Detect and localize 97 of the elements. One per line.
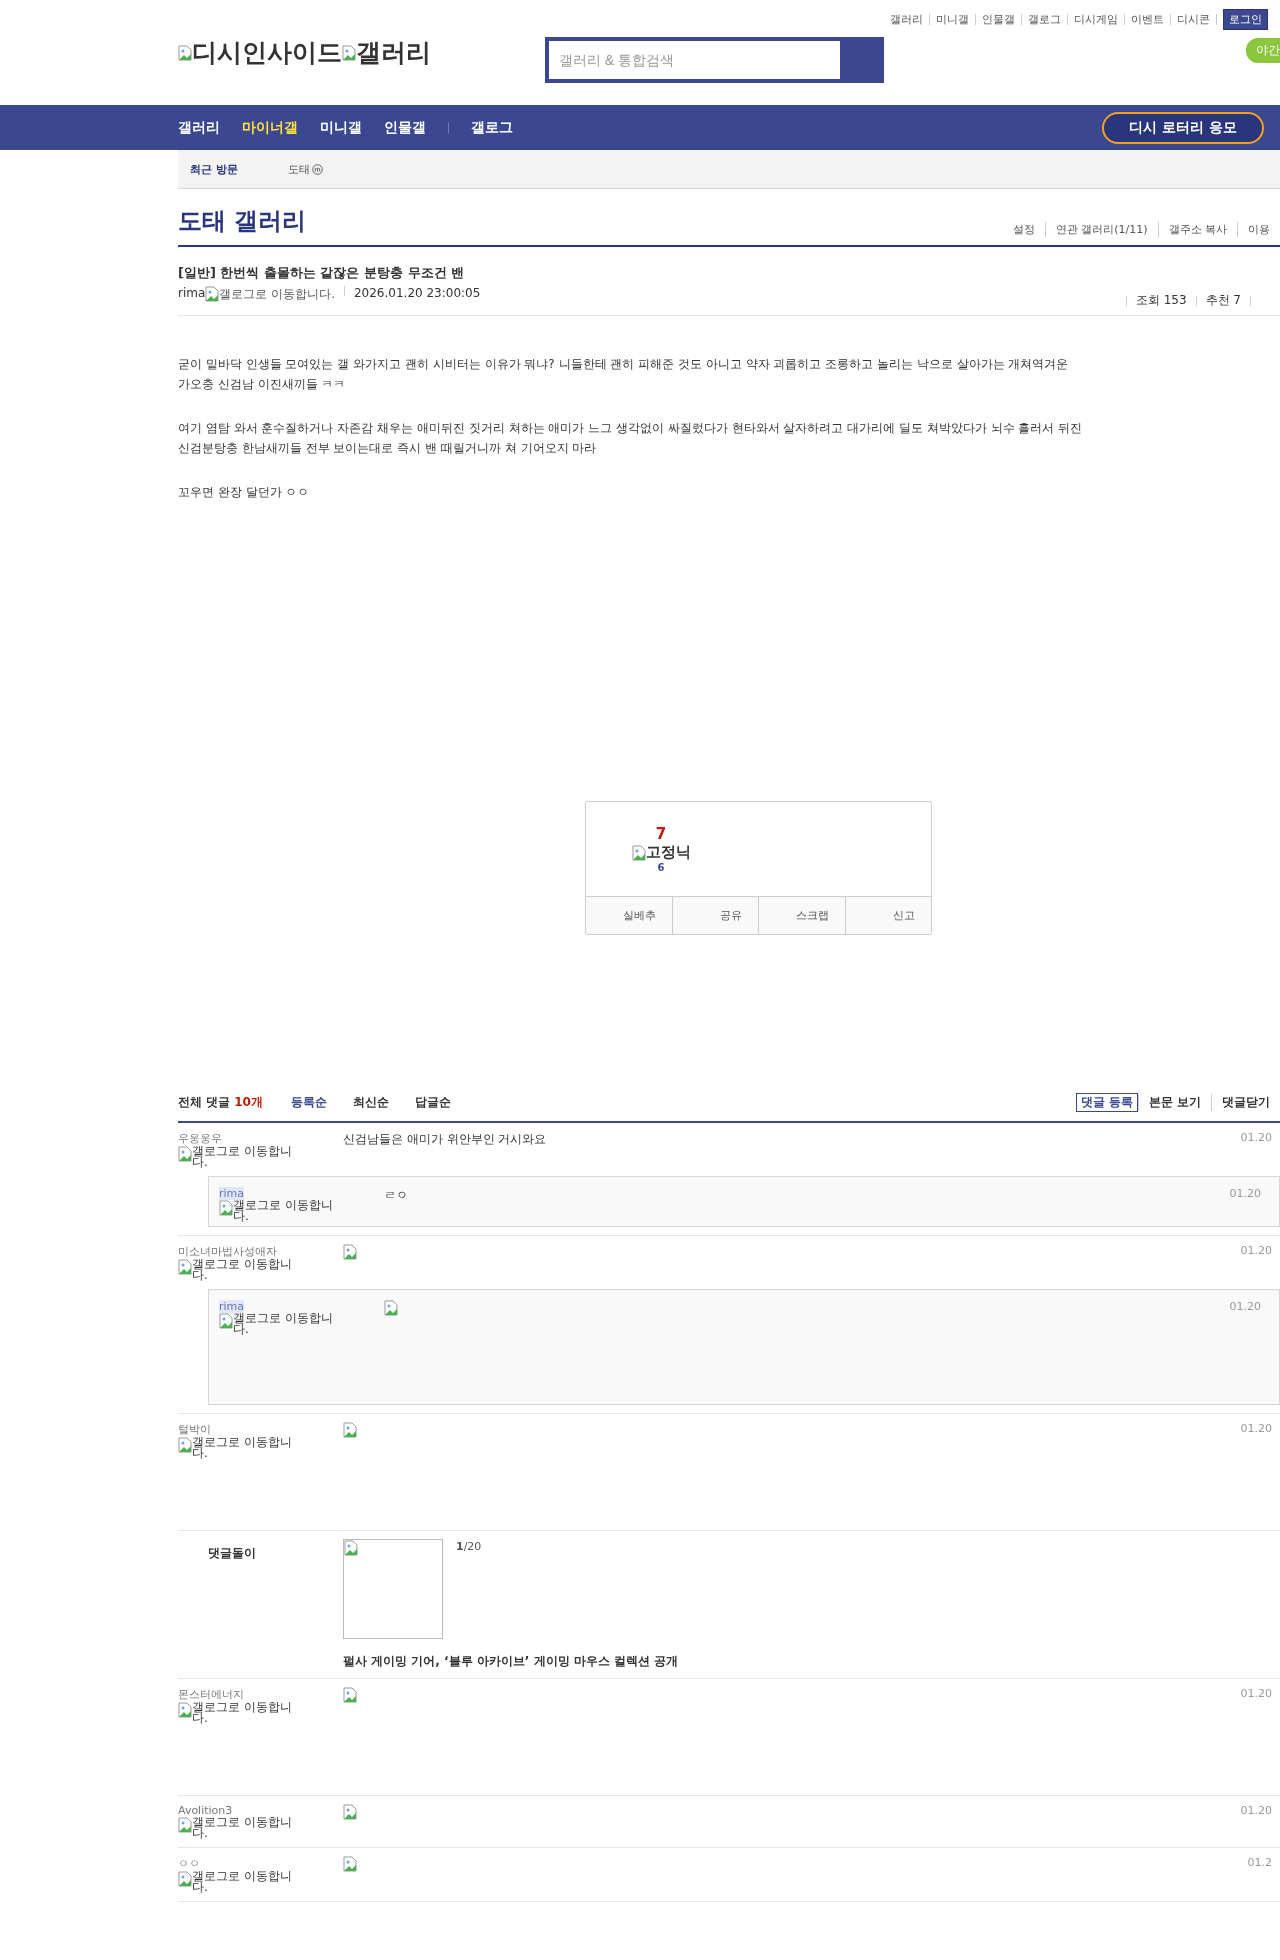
search-field[interactable]: 갤러리 & 통합검색	[544, 37, 884, 83]
broken-image-icon	[343, 1422, 357, 1438]
sort-tab[interactable]: 답글순	[414, 1094, 451, 1111]
gallog-link[interactable]: 갤로그로 이동합니다.	[178, 1871, 303, 1893]
broken-image-icon	[178, 44, 192, 61]
gallog-link[interactable]: 갤로그로 이동합니다.	[178, 1437, 303, 1459]
gallog-link[interactable]: 갤로그로 이동합니다.	[219, 1313, 344, 1335]
recommend-count: 추천 7	[1205, 292, 1241, 309]
nav-tab[interactable]: 갤러리	[178, 118, 220, 137]
comment-author[interactable]: 미소녀마법사성애자	[178, 1244, 277, 1259]
vote-action-button[interactable]: 공유	[671, 897, 758, 934]
gallog-link[interactable]: 갤로그로 이동합니다.	[178, 1817, 303, 1839]
nav-tab[interactable]: 미니갤	[320, 118, 362, 137]
gallery-title: 도태 갤러리	[178, 206, 307, 237]
lottery-button[interactable]: 디시 로터리 응모	[1102, 111, 1264, 144]
comment-date: 01.20	[1240, 1131, 1273, 1146]
broken-image-icon	[178, 1437, 192, 1453]
broken-image-icon	[384, 1300, 398, 1316]
gallery-link[interactable]: 연관 갤러리(1/11)	[1044, 222, 1158, 237]
recent-gallery-link[interactable]: 도태	[287, 161, 323, 177]
comment-total-label: 전체 댓글	[178, 1094, 231, 1111]
top-link[interactable]: 갤러리	[884, 14, 930, 25]
comment-action-link[interactable]: 본문 보기	[1137, 1094, 1211, 1111]
minor-gallery-icon	[311, 163, 323, 175]
comment-author[interactable]: ㅇㅇ	[178, 1856, 200, 1871]
comment-action-link[interactable]: 댓글닫기	[1211, 1094, 1280, 1111]
top-link[interactable]: 디시게임	[1068, 14, 1125, 25]
gallog-link[interactable]: 갤로그로 이동합니다.	[178, 1146, 303, 1168]
comment-author[interactable]: 몬스터에너지	[178, 1687, 244, 1702]
broken-image-icon	[343, 1687, 357, 1703]
gallery-link[interactable]: 갤주소 복사	[1157, 222, 1237, 237]
vote-action-button[interactable]: 신고	[844, 897, 931, 934]
nav-tab[interactable]: 갤로그	[471, 118, 513, 137]
broken-image-icon	[219, 1200, 233, 1216]
sort-tab[interactable]: 최신순	[352, 1094, 389, 1111]
comment-text: ㄹㅇ	[384, 1187, 409, 1204]
login-button[interactable]: 로그인	[1223, 9, 1268, 30]
top-link[interactable]: 미니갤	[930, 14, 976, 25]
gallery-link[interactable]: 설정	[1002, 222, 1045, 237]
post-author[interactable]: rima	[178, 286, 206, 300]
top-link[interactable]: 디시콘	[1171, 14, 1217, 25]
post-paragraph: 여기 염탐 와서 훈수질하거나 자존감 채우는 애미뒤진 짓거리 쳐하는 애미가 느그 생각없이 싸질렀다가 현타와서 살자하려고 대가리에 딜도 쳐박았다가 뇌수 흘러서 뒤진 신검분탕충 한남새끼들 전부 보이는대로 즉시 밴 때릴거니까 쳐 기어오지 마라	[178, 420, 1083, 457]
ad-title[interactable]: 펄사 게이밍 기어, ‘블루 아카이브’ 게이밍 마우스 컬렉션 공개	[343, 1653, 1280, 1670]
broken-image-icon	[342, 44, 356, 61]
comment-author[interactable]: rima	[219, 1187, 245, 1200]
comment-date: 01.2	[1247, 1856, 1273, 1871]
broken-image-icon	[343, 1804, 357, 1820]
post-title: [일반] 한번씩 출몰하는 같잖은 분탕충 무조건 밴	[178, 264, 466, 282]
comment-author[interactable]: 털박이	[178, 1422, 211, 1437]
gallog-link[interactable]: 갤로그로 이동합니다.	[178, 1259, 303, 1281]
nav-tab[interactable]: 마이너갤	[242, 118, 298, 137]
fixed-nick-count: 6	[657, 862, 665, 873]
upvote-count: 7	[655, 825, 667, 843]
comment-action-link[interactable]: 댓글 등록	[1075, 1093, 1138, 1112]
comment-date: 01.20	[1240, 1244, 1273, 1259]
comment-date: 01.20	[1240, 1687, 1273, 1702]
post-paragraph: 굳이 밑바닥 인생들 모여있는 갤 와가지고 괜히 시비터는 이유가 뭐냐? 니들한테 괜히 피해준 것도 아니고 약자 괴롭히고 조롱하고 놀리는 낙으로 살아가는 개쳐역겨운 가오충 신검남 이진새끼들 ㅋㅋ	[178, 356, 1070, 393]
broken-image-icon	[178, 1146, 192, 1162]
top-link[interactable]: 인물갤	[976, 14, 1022, 25]
broken-image-icon	[178, 1702, 192, 1718]
broken-image-icon	[178, 1259, 192, 1275]
broken-image-icon	[178, 1817, 192, 1833]
comment-date: 01.20	[1240, 1804, 1273, 1819]
broken-image-icon	[178, 1871, 192, 1887]
sort-tab[interactable]: 등록순	[290, 1094, 327, 1111]
site-logo[interactable]: 디시인사이드 갤러리	[178, 36, 431, 69]
broken-image-icon	[631, 844, 646, 861]
top-link[interactable]: 이벤트	[1125, 14, 1171, 25]
ad-image-frame[interactable]	[343, 1539, 443, 1639]
recent-label: 최근 방문	[190, 161, 238, 177]
comment-date: 01.20	[1229, 1187, 1262, 1202]
broken-image-icon	[344, 1540, 358, 1556]
post-date: 2026.01.20 23:00:05	[353, 286, 481, 300]
comment-count: 10개	[234, 1094, 263, 1111]
gallog-link[interactable]: 갤로그로 이동합니다.	[219, 1200, 344, 1222]
ad-label: 댓글돌이	[207, 1545, 257, 1562]
broken-image-icon	[205, 286, 220, 302]
vote-action-button[interactable]: 실베추	[586, 897, 672, 934]
gallog-link[interactable]: 갤로그로 이동합니다.	[178, 1702, 303, 1724]
vote-action-button[interactable]: 스크랩	[758, 897, 845, 934]
ad-counter: 1/20	[456, 1539, 482, 1555]
post-paragraph: 꼬우면 완장 달던가 ㅇㅇ	[178, 484, 311, 501]
comment-author[interactable]: Avolition3	[178, 1804, 233, 1817]
comment-author[interactable]: 우웅웅우	[178, 1131, 222, 1146]
gallog-link[interactable]: 갤로그로 이동합니다.	[205, 286, 335, 303]
top-link[interactable]: 갤로그	[1022, 14, 1068, 25]
fixed-nick-upvote[interactable]: 고정닉	[631, 843, 691, 862]
broken-image-icon	[219, 1313, 233, 1329]
comment-author[interactable]: rima	[219, 1300, 245, 1313]
comment-text: 신검남들은 애미가 위안부인 거시와요	[343, 1131, 548, 1148]
broken-image-icon	[343, 1856, 357, 1872]
comment-date: 01.20	[1229, 1300, 1262, 1315]
comment-date: 01.20	[1240, 1422, 1273, 1437]
view-count: 조회 153	[1135, 292, 1187, 309]
nav-tab[interactable]: 인물갤	[384, 118, 426, 137]
broken-image-icon	[343, 1244, 357, 1260]
gallery-link[interactable]: 이용	[1237, 222, 1280, 237]
